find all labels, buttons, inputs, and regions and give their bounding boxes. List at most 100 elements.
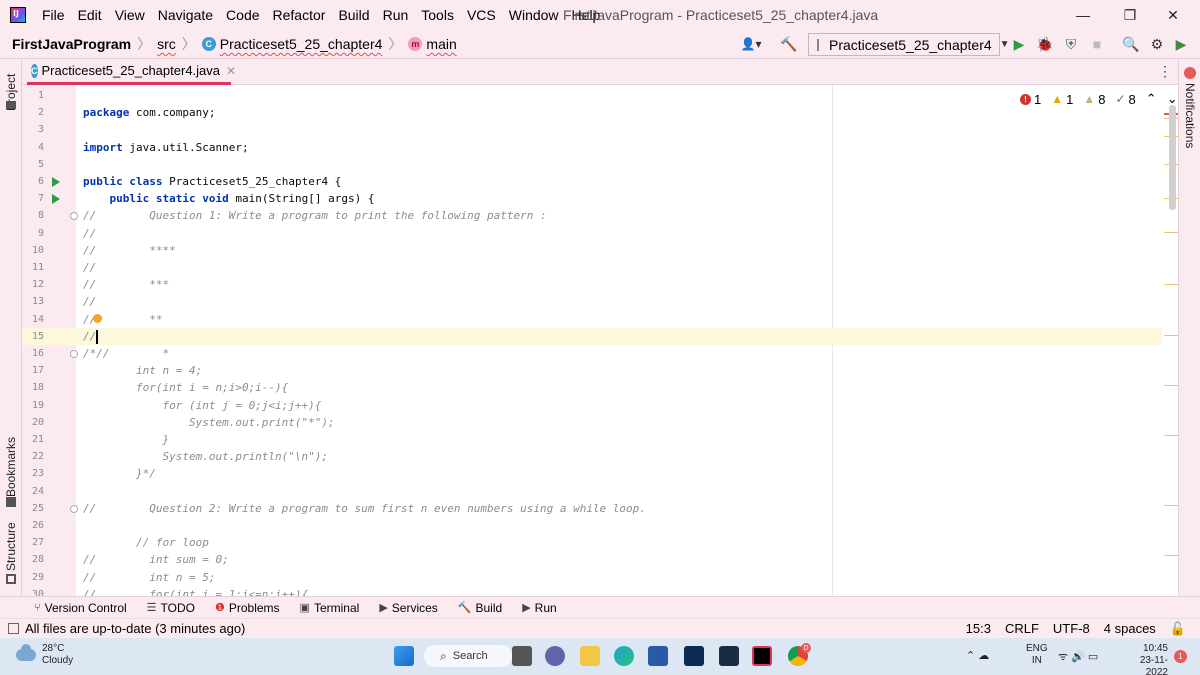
line-number[interactable]: 12 (22, 276, 44, 293)
gear-icon[interactable]: ⚙ (1148, 35, 1166, 53)
code-line[interactable]: 17 int n = 4; (22, 362, 1162, 379)
close-tab-icon[interactable]: ✕ (226, 64, 236, 78)
line-separator[interactable]: CRLF (1005, 621, 1039, 636)
run-gutter-icon[interactable] (52, 177, 60, 187)
run-configuration-dropdown[interactable]: Practiceset5_25_chapter4 ▼ (808, 33, 1010, 56)
code-line[interactable]: 14// ** (22, 311, 1162, 328)
intellij-taskbar-icon[interactable] (752, 646, 772, 666)
menu-view[interactable]: View (115, 7, 145, 23)
menu-vcs[interactable]: VCS (467, 7, 496, 23)
services-button[interactable]: ▶ Services (379, 601, 437, 615)
coverage-icon[interactable]: ⛨ (1062, 35, 1080, 53)
code-line[interactable]: 28 // int sum = 0; (22, 551, 1162, 568)
build-hammer-icon[interactable]: 🔨 (780, 35, 798, 53)
tab-practiceset5-25-chapter4[interactable]: C Practiceset5_25_chapter4.java ✕ (27, 59, 236, 85)
line-number[interactable]: 2 (22, 104, 44, 121)
file-explorer-icon[interactable] (580, 646, 600, 666)
run-gutter-icon[interactable] (52, 194, 60, 205)
code-line[interactable]: 5 (22, 156, 1162, 173)
intention-bulb-icon[interactable] (93, 313, 102, 323)
line-number[interactable]: 6 (22, 173, 44, 190)
line-number[interactable]: 17 (22, 362, 44, 379)
line-number[interactable]: 25 (22, 500, 44, 517)
breadcrumb-class[interactable]: Practiceset5_25_chapter4 (220, 36, 383, 52)
version-control-button[interactable]: ⑂ Version Control (34, 601, 127, 615)
code-line[interactable]: 27 // for loop (22, 534, 1162, 551)
notification-count-badge[interactable]: 1 (1174, 650, 1187, 663)
task-view-icon[interactable] (512, 646, 532, 666)
fold-marker-icon[interactable] (70, 504, 78, 513)
menu-navigate[interactable]: Navigate (158, 7, 213, 23)
problems-button[interactable]: ❶ Problems (215, 601, 280, 615)
code-line[interactable]: 30 // for(int i = 1;i<=n;i++){ (22, 586, 1162, 596)
dropbox-icon[interactable] (684, 646, 704, 666)
line-number[interactable]: 16 (22, 345, 44, 362)
caret-position[interactable]: 15:3 (966, 621, 991, 636)
code-line[interactable]: 11 // (22, 259, 1162, 276)
vertical-scrollbar[interactable] (1169, 105, 1176, 210)
menu-code[interactable]: Code (226, 7, 259, 23)
close-window-button[interactable]: ✕ (1150, 4, 1196, 26)
code-line[interactable]: 22 System.out.println("\n"); (22, 448, 1162, 465)
line-number[interactable]: 30 (22, 586, 44, 596)
fold-marker-icon[interactable] (70, 350, 78, 358)
lock-icon[interactable]: 🔓 (1170, 621, 1186, 637)
code-line[interactable]: 29 // int n = 5; (22, 569, 1162, 586)
code-line[interactable]: 19 for (int j = 0;j<i;j++){ (22, 397, 1162, 414)
system-tray-icons[interactable]: ⌃ ☁ (966, 649, 989, 662)
error-count[interactable]: ! 1 (1020, 92, 1041, 107)
breadcrumb-project[interactable]: FirstJavaProgram (12, 36, 131, 52)
build-button[interactable]: 🔨 Build (458, 601, 502, 615)
line-number[interactable]: 15 (22, 328, 44, 345)
line-number[interactable]: 5 (22, 156, 44, 173)
code-line[interactable]: 3 (22, 121, 1162, 138)
code-line[interactable]: 18 for(int i = n;i>0;i--){ (22, 379, 1162, 396)
menu-edit[interactable]: Edit (78, 7, 102, 23)
code-line[interactable]: 21 } (22, 431, 1162, 448)
code-editor[interactable]: 1 2 package com.company; 3 4 import java.util… (22, 85, 1178, 596)
menu-refactor[interactable]: Refactor (273, 7, 326, 23)
edge-browser-icon[interactable] (614, 646, 634, 666)
todo-button[interactable]: ☰ TODO (147, 601, 195, 615)
line-number[interactable]: 28 (22, 551, 44, 568)
weak-warning-count[interactable]: ▲ 8 (1083, 92, 1105, 107)
line-number[interactable]: 24 (22, 483, 44, 500)
debug-icon[interactable]: 🐞 (1036, 35, 1054, 53)
clock[interactable]: 10:45 23-11-2022 (1120, 643, 1168, 675)
taskbar-search[interactable]: ⌕ Search (424, 645, 512, 667)
line-number[interactable]: 11 (22, 259, 44, 276)
code-line[interactable]: 12 // *** (22, 276, 1162, 293)
menu-tools[interactable]: Tools (421, 7, 454, 23)
code-line[interactable]: 20 System.out.print("*"); (22, 414, 1162, 431)
windows-start-icon[interactable] (394, 646, 414, 666)
toolbox-icon[interactable]: ▶ (1172, 35, 1190, 53)
fold-marker-icon[interactable] (70, 212, 78, 221)
breadcrumb-src[interactable]: src (157, 36, 176, 52)
line-number[interactable]: 14 (22, 311, 44, 328)
line-number[interactable]: 27 (22, 534, 44, 551)
code-line[interactable]: 24 (22, 483, 1162, 500)
run-icon[interactable]: ▶ (1010, 35, 1028, 53)
line-number[interactable]: 21 (22, 431, 44, 448)
store-icon[interactable] (648, 646, 668, 666)
code-line[interactable]: 4 import java.util.Scanner; (22, 139, 1162, 156)
warning-count[interactable]: ▲ 1 (1051, 92, 1073, 107)
code-line[interactable]: 6 public class Practiceset5_25_chapter4 { (22, 173, 1162, 190)
code-line[interactable]: 2 package com.company; (22, 104, 1162, 121)
teams-chat-icon[interactable] (545, 646, 565, 666)
file-encoding[interactable]: UTF-8 (1053, 621, 1090, 636)
previous-highlight-icon[interactable]: ⌃ (1146, 91, 1157, 107)
code-line[interactable]: 10 // **** (22, 242, 1162, 259)
line-number[interactable]: 7 (22, 190, 44, 207)
terminal-button[interactable]: ▣ Terminal (300, 601, 360, 615)
more-options-icon[interactable]: ⋮ (1158, 63, 1172, 80)
bookmarks-tool-button[interactable]: Bookmarks (4, 437, 18, 497)
line-number[interactable]: 9 (22, 225, 44, 242)
line-number[interactable]: 20 (22, 414, 44, 431)
run-button[interactable]: ▶ Run (522, 601, 556, 615)
powershell-icon[interactable] (719, 646, 739, 666)
code-line[interactable]: 23 }*/ (22, 465, 1162, 482)
code-line[interactable]: 15 // (22, 327, 1162, 345)
code-line[interactable]: 16 /*// * (22, 345, 1162, 362)
indent-setting[interactable]: 4 spaces (1104, 621, 1156, 636)
